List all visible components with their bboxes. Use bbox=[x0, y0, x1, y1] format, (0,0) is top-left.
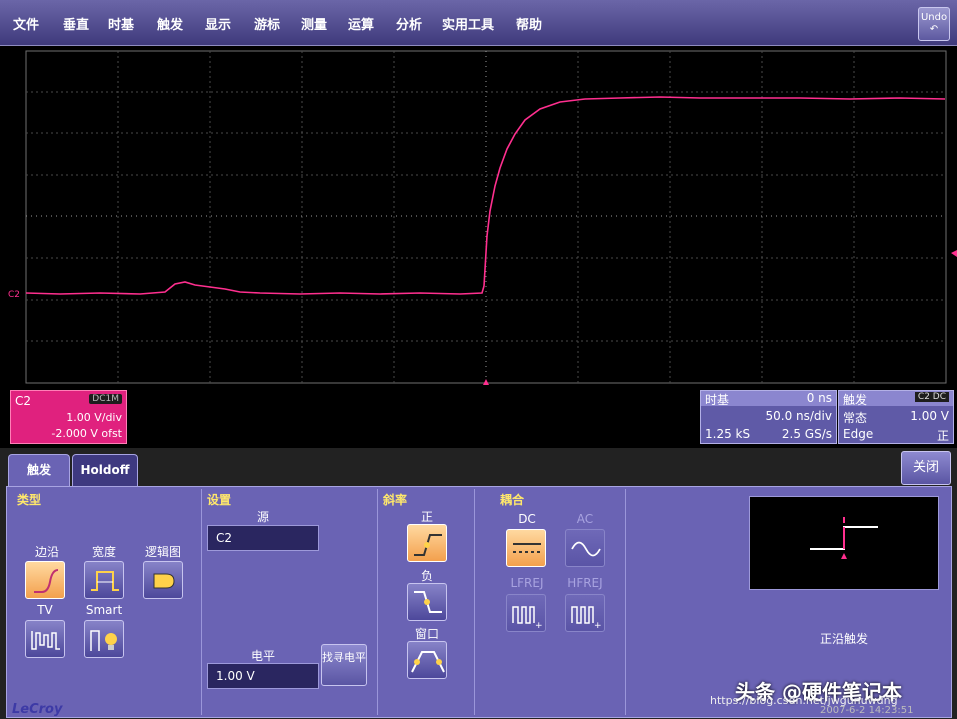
logic-label: 逻辑图 bbox=[144, 545, 181, 559]
menu-timebase[interactable]: 时基 bbox=[108, 14, 134, 33]
trigger-preview-icon bbox=[810, 517, 878, 559]
volts-per-div: 1.00 V/div bbox=[66, 411, 122, 424]
smart-label: Smart bbox=[85, 603, 123, 617]
source-url-watermark: https://blog.csdn.net/jwgunuwdng bbox=[710, 694, 898, 707]
type-section-title: 类型 bbox=[17, 493, 42, 507]
edge-icon bbox=[34, 569, 59, 593]
svg-text:+: + bbox=[594, 621, 602, 631]
menu-help[interactable]: 帮助 bbox=[516, 14, 542, 33]
smart-type-button[interactable] bbox=[84, 620, 124, 658]
channel-c2-readout[interactable]: C2 DC1M 1.00 V/div -2.000 V ofst bbox=[10, 390, 127, 444]
coupling-dc-label: DC bbox=[518, 512, 536, 526]
menu-analysis[interactable]: 分析 bbox=[396, 14, 422, 33]
edge-label: 边沿 bbox=[34, 545, 59, 559]
find-level-button[interactable]: 找寻电平 bbox=[321, 644, 367, 686]
coupling-lfrej-button[interactable]: + bbox=[506, 594, 546, 632]
coupling-hfrej-label: HFREJ bbox=[567, 576, 603, 590]
trigger-level-marker-icon bbox=[951, 250, 957, 257]
slope-negative-label: 负 bbox=[420, 569, 433, 583]
slope-positive-label: 正 bbox=[420, 510, 433, 524]
channel-offset: -2.000 V ofst bbox=[51, 427, 122, 440]
logic-type-button[interactable] bbox=[143, 561, 183, 599]
lf-reject-icon: + bbox=[512, 606, 543, 631]
pulse-width-icon bbox=[91, 571, 119, 591]
menu-vertical[interactable]: 垂直 bbox=[63, 14, 89, 33]
section-divider bbox=[625, 489, 626, 715]
waveform-grid: C2 bbox=[8, 50, 957, 385]
tab-holdoff[interactable]: Holdoff bbox=[72, 454, 138, 486]
sample-rate: 2.5 GS/s bbox=[781, 427, 832, 441]
menu-measure[interactable]: 测量 bbox=[301, 14, 327, 33]
level-label: 电平 bbox=[250, 649, 275, 663]
brand-logo: LeCroy bbox=[12, 702, 63, 717]
trigger-preview bbox=[749, 496, 939, 590]
trigger-level: 1.00 V bbox=[910, 409, 949, 423]
coupling-ac-label: AC bbox=[576, 512, 594, 526]
menu-math[interactable]: 运算 bbox=[348, 14, 374, 33]
rising-edge-icon bbox=[414, 534, 442, 556]
slope-positive-button[interactable] bbox=[407, 524, 447, 562]
section-divider bbox=[474, 489, 475, 715]
coupling-tag: DC1M bbox=[89, 394, 122, 404]
channel-marker-c2: C2 bbox=[8, 290, 20, 300]
edge-type-button[interactable] bbox=[25, 561, 65, 599]
channel-label: C2 bbox=[15, 394, 32, 408]
sample-count: 1.25 kS bbox=[705, 427, 751, 441]
slope-window-label: 窗口 bbox=[414, 627, 439, 641]
ac-wave-icon bbox=[571, 541, 601, 557]
trigger-time-marker-icon bbox=[483, 379, 489, 385]
tab-trigger[interactable]: 触发 bbox=[8, 454, 70, 486]
coupling-dc-button[interactable] bbox=[506, 529, 546, 567]
timebase-title: 时基 bbox=[705, 393, 730, 407]
slope-negative-button[interactable] bbox=[407, 583, 447, 621]
timebase-readout[interactable]: 时基 0 ns 50.0 ns/div 1.25 kS 2.5 GS/s bbox=[700, 390, 837, 444]
menu-file[interactable]: 文件 bbox=[13, 14, 39, 33]
section-divider bbox=[377, 489, 378, 715]
close-button[interactable]: 关闭 bbox=[901, 451, 951, 485]
hf-reject-icon: + bbox=[571, 606, 602, 631]
trigger-title: 触发 bbox=[843, 393, 868, 407]
width-type-button[interactable] bbox=[84, 561, 124, 599]
menu-trigger[interactable]: 触发 bbox=[157, 14, 183, 33]
trigger-slope: 正 bbox=[936, 429, 949, 443]
trigger-preview-label: 正沿触发 bbox=[819, 632, 868, 646]
tv-type-button[interactable] bbox=[25, 620, 65, 658]
source-field[interactable]: C2 bbox=[207, 525, 319, 551]
timebase-delay: 0 ns bbox=[806, 391, 832, 405]
trigger-channel-tag: C2 DC bbox=[914, 392, 949, 402]
level-field[interactable]: 1.00 V bbox=[207, 663, 319, 689]
undo-arrow-icon: ↶ bbox=[929, 24, 939, 35]
coupling-section-title: 耦合 bbox=[500, 493, 525, 507]
svg-text:+: + bbox=[535, 621, 543, 631]
trigger-mode: 常态 bbox=[843, 411, 868, 425]
smart-bulb-icon bbox=[90, 630, 117, 651]
waveform-display: C2 bbox=[0, 46, 957, 388]
width-label: 宽度 bbox=[91, 545, 116, 559]
tv-label: TV bbox=[37, 603, 53, 617]
trigger-type: Edge bbox=[843, 427, 874, 441]
logic-gate-icon bbox=[153, 573, 175, 589]
dc-icon bbox=[513, 543, 541, 553]
undo-button[interactable]: Undo ↶ bbox=[918, 7, 950, 41]
settings-section-title: 设置 bbox=[207, 493, 232, 507]
coupling-lfrej-label: LFREJ bbox=[510, 576, 544, 590]
coupling-hfrej-button[interactable]: + bbox=[565, 594, 605, 632]
slope-section-title: 斜率 bbox=[383, 493, 408, 507]
menu-utilities[interactable]: 实用工具 bbox=[442, 14, 494, 33]
trigger-readout[interactable]: 触发 C2 DC 常态 1.00 V Edge 正 bbox=[838, 390, 954, 444]
source-label: 源 bbox=[256, 510, 269, 524]
menu-bar: 文件 垂直 时基 触发 显示 游标 测量 运算 分析 实用工具 帮助 Undo … bbox=[0, 0, 957, 46]
window-slope-icon bbox=[411, 651, 445, 673]
tv-signal-icon bbox=[31, 631, 60, 650]
section-divider bbox=[201, 489, 202, 715]
slope-window-button[interactable] bbox=[407, 641, 447, 679]
undo-label: Undo bbox=[920, 12, 948, 23]
falling-edge-icon bbox=[414, 591, 442, 613]
time-per-div: 50.0 ns/div bbox=[765, 409, 833, 423]
menu-cursors[interactable]: 游标 bbox=[254, 14, 280, 33]
menu-display[interactable]: 显示 bbox=[205, 14, 231, 33]
coupling-ac-button[interactable] bbox=[565, 529, 605, 567]
